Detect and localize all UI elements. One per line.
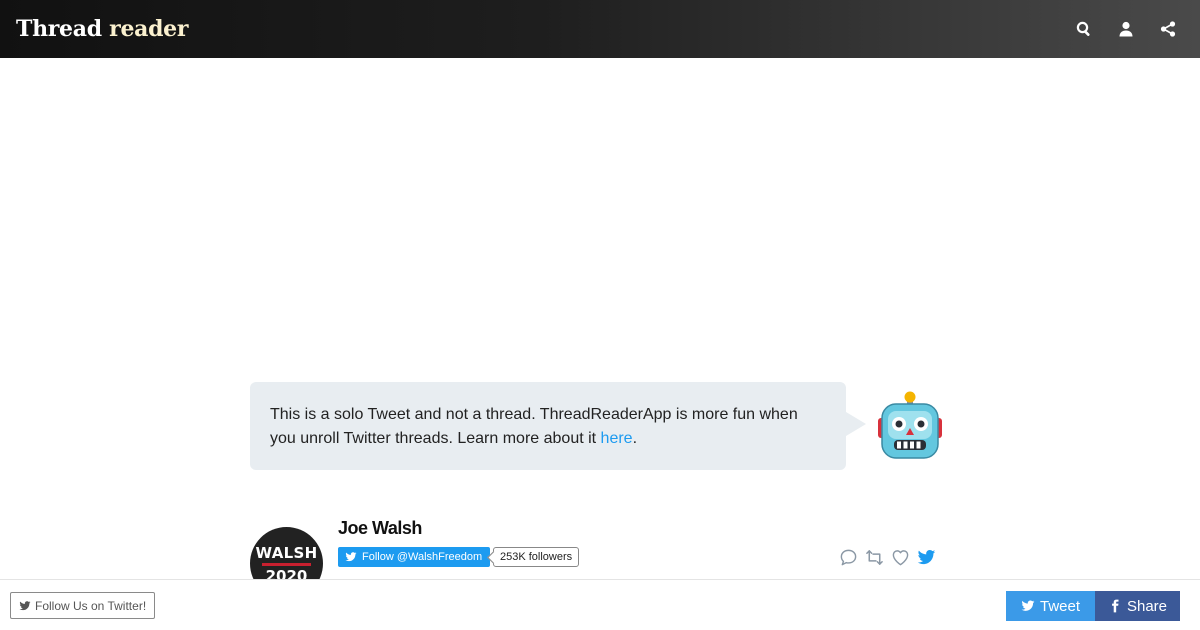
- search-icon[interactable]: [1074, 19, 1094, 39]
- learn-more-link[interactable]: here: [601, 430, 633, 447]
- user-icon[interactable]: [1116, 19, 1136, 39]
- brand-reader: reader: [109, 16, 189, 42]
- followers-count: 253K followers: [493, 547, 580, 567]
- avatar-underline: [262, 563, 311, 566]
- follow-button-label: Follow @WalshFreedom: [362, 551, 483, 563]
- like-icon[interactable]: [890, 547, 910, 567]
- facebook-share-button[interactable]: Share: [1095, 591, 1180, 621]
- retweet-icon[interactable]: [864, 547, 884, 567]
- share-icon[interactable]: [1158, 19, 1178, 39]
- twitter-bird-icon: [345, 552, 357, 562]
- follow-us-label: Follow Us on Twitter!: [35, 598, 147, 613]
- twitter-bird-icon[interactable]: [916, 547, 936, 567]
- brand-logo[interactable]: Thread reader: [16, 16, 188, 42]
- reply-icon[interactable]: [838, 547, 858, 567]
- tweet-actions: [838, 547, 936, 567]
- robot-icon: [878, 391, 942, 459]
- tweet-share-button[interactable]: Tweet: [1006, 591, 1095, 621]
- twitter-bird-icon: [19, 600, 31, 610]
- facebook-icon: [1112, 599, 1119, 613]
- author-name[interactable]: Joe Walsh: [338, 518, 422, 539]
- notice-suffix: .: [632, 430, 638, 447]
- tweet-header: WALSH 2020 Joe Walsh Follow @WalshFreedo…: [250, 516, 940, 600]
- notice-text: This is a solo Tweet and not a thread. T…: [270, 406, 798, 447]
- top-bar: Thread reader: [0, 0, 1200, 58]
- follow-button[interactable]: Follow @WalshFreedom: [338, 547, 491, 567]
- twitter-bird-icon: [1021, 600, 1035, 611]
- notice-bubble-tail: [846, 412, 866, 436]
- top-actions: [1074, 19, 1178, 39]
- share-button-label: Share: [1126, 597, 1168, 615]
- brand-thread: Thread: [16, 16, 102, 42]
- avatar-line1: WALSH: [255, 544, 318, 562]
- follow-us-button[interactable]: Follow Us on Twitter!: [10, 592, 156, 619]
- footer-bar: Follow Us on Twitter! Tweet Share: [0, 579, 1200, 630]
- solo-tweet-notice: This is a solo Tweet and not a thread. T…: [250, 382, 846, 470]
- tweet-button-label: Tweet: [1039, 597, 1081, 615]
